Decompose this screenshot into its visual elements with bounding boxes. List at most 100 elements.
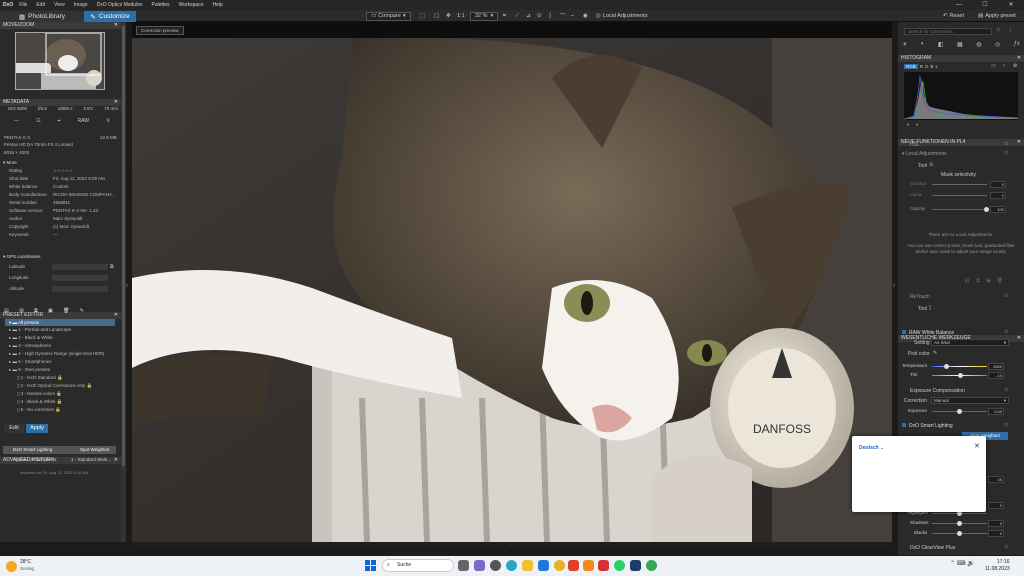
monitor-icon[interactable]: ▭ (991, 63, 996, 69)
new-preset-icon[interactable]: ▤ (4, 308, 9, 314)
preset-folder-all[interactable]: ▾ ▬ All presets (5, 319, 115, 326)
compare-button[interactable]: ▭ Compare ▾ (366, 11, 411, 21)
close-icon[interactable]: ✕ (1017, 335, 1021, 342)
repair-icon[interactable]: ⌒ (560, 11, 566, 21)
crop-icon[interactable]: ⌗ (503, 11, 506, 21)
more-toggle[interactable]: ▾ More (3, 160, 17, 166)
menu-image[interactable]: Image (74, 2, 88, 8)
chroma-value[interactable]: 0 (990, 181, 1006, 188)
temperature-value[interactable]: 4669 (988, 363, 1004, 370)
local-adjustments-row[interactable]: ▾ Local Adjustments (902, 151, 947, 157)
reset-button[interactable]: ↶ Reset (943, 11, 964, 21)
wb-setting-select[interactable]: As Shot ▾ (931, 339, 1009, 346)
clearview-row[interactable]: DxO ClearView Plus (910, 545, 955, 551)
channel-rgb[interactable]: RGB (904, 64, 918, 69)
menu-palettes[interactable]: Palettes (151, 2, 169, 8)
clipping-icon[interactable]: ◔ (1002, 63, 1005, 69)
blacks-value[interactable]: 0 (988, 530, 1004, 537)
task-view-icon[interactable] (458, 560, 469, 571)
star-icon[interactable]: ☆ (1004, 141, 1008, 147)
menu-workspace[interactable]: Workspace (179, 2, 204, 8)
star-icon[interactable]: ☆ (996, 27, 1000, 33)
app-orange-icon[interactable] (583, 560, 594, 571)
preset-item[interactable]: ▯ 1 - DxO Standard 🔒 (17, 375, 63, 381)
new-folder-icon[interactable]: ▥ (19, 308, 24, 314)
whatsapp-icon[interactable] (614, 560, 625, 571)
luma-slider[interactable] (932, 195, 987, 196)
chroma-slider[interactable] (932, 184, 987, 185)
highlights-slider[interactable] (932, 511, 987, 516)
blacks-slider[interactable] (932, 531, 987, 536)
navigator-thumbnail[interactable] (15, 32, 105, 90)
enable-checkbox[interactable] (902, 330, 906, 334)
zoom-1-1-button[interactable]: 1:1 (457, 11, 465, 21)
preset-folder[interactable]: ▸ ▬ 2 - Black & White (9, 335, 53, 341)
preset-item[interactable]: ▯ 2 - DxO Optical Corrections only 🔒 (17, 383, 92, 389)
left-scrollbar[interactable] (121, 22, 126, 542)
menu-edit[interactable]: Edit (36, 2, 45, 8)
retouch-label[interactable]: ReTouch (910, 294, 930, 300)
close-icon[interactable]: ✕ (114, 22, 118, 29)
edge-icon[interactable] (506, 560, 517, 571)
raw-white-balance-row[interactable]: RAW White Balance (902, 330, 954, 336)
correction-preview-button[interactable]: Correction preview (136, 26, 184, 35)
channel-b[interactable]: B (931, 64, 934, 69)
copy-icon[interactable]: ⧉ (976, 278, 980, 284)
star-icon[interactable]: ☆ (1004, 150, 1008, 156)
tray-icons[interactable]: ⌃ ⌨ 🔊 (950, 560, 975, 567)
chrome-icon[interactable] (554, 560, 565, 571)
taskbar-search[interactable]: ⌕ Suche (382, 559, 454, 572)
menu-optics-modules[interactable]: DxO Optics Modules (97, 2, 143, 8)
exposure-compensation-row[interactable]: Exposure Compensation (910, 388, 965, 394)
star-icon[interactable]: ☆ (1004, 293, 1008, 299)
import-preset-icon[interactable]: ▣ (48, 308, 53, 314)
star-icon[interactable]: ☆ (1004, 544, 1008, 550)
channel-g[interactable]: G (925, 64, 929, 69)
close-icon[interactable]: ✕ (1017, 55, 1021, 62)
tone-value[interactable]: 0 (988, 502, 1004, 509)
app-s-icon[interactable] (568, 560, 579, 571)
control-point-tool-icon[interactable]: ⊙ (929, 162, 933, 168)
eyedropper-icon[interactable]: ✎ (933, 350, 937, 356)
preset-folder[interactable]: ▸ ▬ 3 - Atmospheres (9, 343, 51, 349)
zoom-select[interactable]: 32 % ▾ (470, 11, 499, 21)
close-icon[interactable]: ✕ (114, 312, 118, 319)
delete-preset-icon[interactable]: 🗑 (63, 308, 69, 314)
clock-date[interactable]: 11.08.2023 (985, 566, 1010, 572)
menu-file[interactable]: File (19, 2, 27, 8)
file-explorer-icon[interactable] (522, 560, 533, 571)
link-icon[interactable]: ⛓ (964, 278, 970, 284)
popup-close-icon[interactable]: ✕ (974, 442, 980, 450)
color-tab-icon[interactable]: ◐ (921, 41, 925, 48)
dxo-photolab-icon[interactable] (630, 560, 641, 571)
collapse-left-icon[interactable]: ‹ (126, 283, 128, 289)
histogram-header[interactable]: HISTOGRAM ✕ (898, 55, 1024, 62)
perspective-icon[interactable]: ⊿ (526, 11, 531, 21)
preset-folder[interactable]: ▸ ▬ 1 - Portrait and Landscape (9, 327, 71, 333)
apply-preset-tab-button[interactable]: Apply (26, 424, 48, 433)
app-green-icon[interactable] (646, 560, 657, 571)
preset-folder[interactable]: ▸ ▬ 9 - Own presets (9, 367, 50, 373)
detail-tab-icon[interactable]: ◧ (938, 41, 944, 48)
edit-preset-icon[interactable]: ✎ (80, 308, 84, 314)
opacity-value[interactable]: 100 (990, 206, 1006, 213)
luma-value[interactable]: 0 (990, 192, 1006, 199)
altitude-field[interactable] (52, 286, 108, 292)
star-icon[interactable]: ☆ (1004, 387, 1008, 393)
close-icon[interactable]: ✕ (114, 99, 118, 106)
menu-view[interactable]: View (54, 2, 65, 8)
minimize-button[interactable]: — (946, 0, 972, 10)
history-item[interactable]: DxO Smart Lighting Spot Weighted (3, 446, 116, 454)
channel-l[interactable]: L (936, 64, 939, 69)
gps-toggle[interactable]: ▾ GPS coordinates (3, 254, 41, 260)
teams-icon[interactable] (474, 560, 485, 571)
rating-stars[interactable]: ☆☆☆☆☆ (53, 168, 73, 174)
filmstrip-handle[interactable]: ⋯ (132, 542, 892, 548)
windows-start-icon[interactable] (365, 560, 376, 571)
star-icon[interactable]: ☆ (1004, 422, 1008, 428)
collapse-right-icon[interactable]: › (893, 283, 895, 289)
longitude-field[interactable] (52, 275, 108, 281)
settings-icon[interactable]: ⚙ (1013, 63, 1017, 69)
smart-lighting-strength[interactable]: 25 (988, 476, 1004, 483)
tab-customize[interactable]: ✎ Customize (84, 11, 136, 22)
